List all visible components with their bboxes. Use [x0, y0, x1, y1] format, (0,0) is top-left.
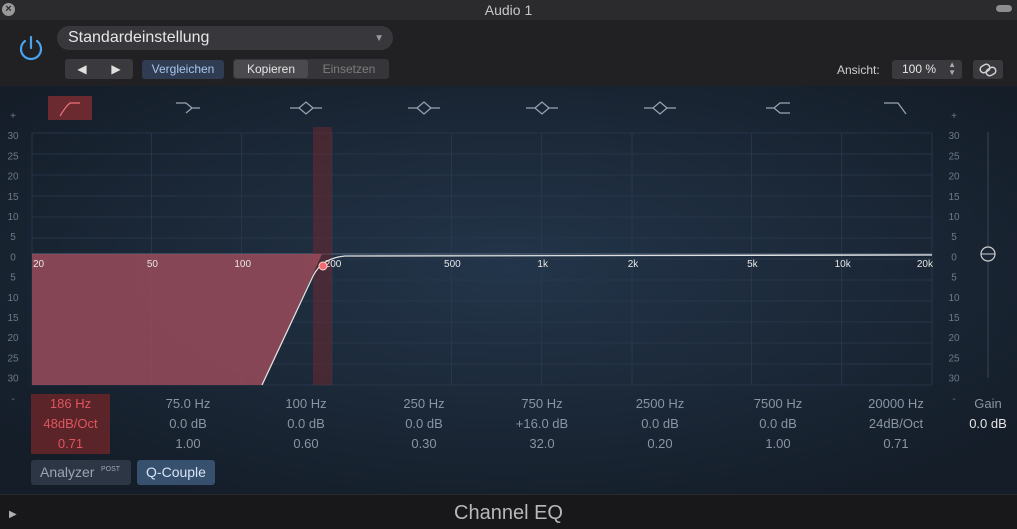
db-scale-label: 5 — [951, 232, 957, 243]
db-scale-label: 25 — [7, 151, 19, 162]
freq-axis-label: 500 — [444, 259, 461, 270]
view-zoom-field[interactable]: 100 % ▲ ▼ — [892, 60, 962, 79]
footer: ▶ Channel EQ — [0, 494, 1017, 529]
band-4-params[interactable]: 250 Hz 0.0 dB 0.30 — [364, 394, 484, 454]
db-scale-label: 5 — [10, 273, 16, 284]
next-preset-button[interactable]: ▶ — [99, 59, 133, 79]
band-6-q: 0.20 — [647, 436, 673, 451]
analyzer-label: Analyzer — [40, 464, 95, 480]
band-7-params[interactable]: 7500 Hz 0.0 dB 1.00 — [718, 394, 838, 454]
db-scale-label: 25 — [948, 353, 960, 364]
power-icon[interactable] — [16, 33, 46, 63]
band-3-gain: 0.0 dB — [287, 416, 325, 431]
band-8-q: 0.71 — [883, 436, 909, 451]
minimize-button[interactable] — [996, 5, 1012, 12]
band-8-gain: 24dB/Oct — [868, 416, 924, 431]
db-scale-label: 10 — [7, 212, 19, 223]
db-scale-label: 0 — [10, 252, 16, 263]
band-4-gain: 0.0 dB — [405, 416, 443, 431]
db-scale-label: 10 — [7, 293, 19, 304]
freq-axis-label: 100 — [234, 259, 251, 270]
db-scale-label: 0 — [951, 252, 957, 263]
db-scale-label: 30 — [7, 131, 19, 142]
gain-value: 0.0 dB — [969, 416, 1007, 431]
band-5-gain: +16.0 dB — [515, 416, 569, 431]
band-6-params[interactable]: 2500 Hz 0.0 dB 0.20 — [600, 394, 720, 454]
band-7-q: 1.00 — [765, 436, 791, 451]
copy-paste-group: Kopieren Einsetzen — [233, 59, 389, 79]
db-scale-label: 20 — [7, 333, 19, 344]
view-zoom-value: 100 % — [902, 62, 937, 76]
db-scale-label: 20 — [948, 333, 960, 344]
band-7-gain: 0.0 dB — [759, 416, 797, 431]
band-6-freq: 2500 Hz — [635, 396, 685, 411]
band-params-row: 75.0 Hz 0.0 dB 1.00 100 Hz 0.0 dB 0.60 250 Hz 0… — [0, 394, 1017, 458]
master-gain[interactable]: Gain 0.0 dB — [958, 394, 1017, 434]
db-scale-label: 10 — [948, 212, 960, 223]
compare-button[interactable]: Vergleichen — [142, 60, 224, 79]
analyzer-button[interactable]: Analyzer POST — [31, 460, 131, 485]
title-bar: × Audio 1 — [0, 0, 1017, 20]
freq-axis-label: 50 — [147, 259, 159, 270]
freq-axis-label: 20 — [33, 259, 45, 270]
freq-axis-label: 10k — [835, 259, 852, 270]
band-2-params[interactable]: 75.0 Hz 0.0 dB 1.00 — [128, 394, 248, 454]
db-scale-label: 20 — [948, 172, 960, 183]
db-scale-label: 15 — [948, 192, 960, 203]
chevron-down-icon: ▼ — [374, 33, 384, 44]
link-icon[interactable] — [973, 60, 1003, 79]
band-5-params[interactable]: 750 Hz +16.0 dB 32.0 — [482, 394, 602, 454]
band-2-q: 1.00 — [175, 436, 201, 451]
band-3-freq: 100 Hz — [285, 396, 327, 411]
db-scale-label: + — [951, 111, 957, 122]
analyzer-post-badge: POST — [101, 466, 121, 473]
window-title: Audio 1 — [484, 2, 533, 18]
db-scale-label: 10 — [948, 293, 960, 304]
band-6-gain: 0.0 dB — [641, 416, 679, 431]
band-8-freq: 20000 Hz — [868, 396, 924, 411]
gain-label: Gain — [974, 396, 1002, 411]
band-3-params[interactable]: 100 Hz 0.0 dB 0.60 — [246, 394, 366, 454]
db-scale-label: 30 — [7, 374, 19, 385]
db-scale-label: 30 — [948, 374, 960, 385]
db-scale-label: 15 — [7, 313, 19, 324]
freq-axis-label: 1k — [537, 259, 549, 270]
band-1-handle[interactable] — [318, 261, 328, 271]
plugin-name: Channel EQ — [454, 502, 563, 524]
preset-nav: ◀ ▶ — [65, 59, 133, 79]
view-label: Ansicht: — [837, 63, 880, 77]
q-couple-button[interactable]: Q-Couple — [137, 460, 215, 485]
band-1-selected-bg — [48, 96, 92, 120]
band-5-q: 32.0 — [529, 436, 555, 451]
preset-dropdown[interactable]: Standardeinstellung ▼ — [57, 26, 393, 50]
freq-axis-label: 5k — [747, 259, 759, 270]
band-4-freq: 250 Hz — [403, 396, 445, 411]
db-scale-label: + — [10, 111, 16, 122]
band-8-params[interactable]: 20000 Hz 24dB/Oct 0.71 — [836, 394, 956, 454]
db-scale-label: 15 — [7, 192, 19, 203]
db-scale-label: 25 — [948, 151, 960, 162]
db-scale-label: 5 — [951, 273, 957, 284]
paste-button[interactable]: Einsetzen — [310, 60, 388, 78]
db-scale-label: 15 — [948, 313, 960, 324]
band-5-freq: 750 Hz — [521, 396, 563, 411]
previous-preset-button[interactable]: ◀ — [65, 59, 99, 79]
copy-button[interactable]: Kopieren — [234, 60, 308, 78]
band-2-gain: 0.0 dB — [169, 416, 207, 431]
band-2-freq: 75.0 Hz — [165, 396, 211, 411]
preset-label: Standardeinstellung — [68, 29, 210, 46]
freq-axis-label: 20k — [917, 259, 934, 270]
db-scale-label: 25 — [7, 353, 19, 364]
stepper-icon: ▲ ▼ — [948, 60, 956, 77]
db-scale-label: 5 — [10, 232, 16, 243]
db-scale-label: 30 — [948, 131, 960, 142]
freq-axis-label: 2k — [628, 259, 640, 270]
band-7-freq: 7500 Hz — [753, 396, 803, 411]
band-3-q: 0.60 — [293, 436, 319, 451]
db-scale-label: 20 — [7, 172, 19, 183]
band-4-q: 0.30 — [411, 436, 437, 451]
